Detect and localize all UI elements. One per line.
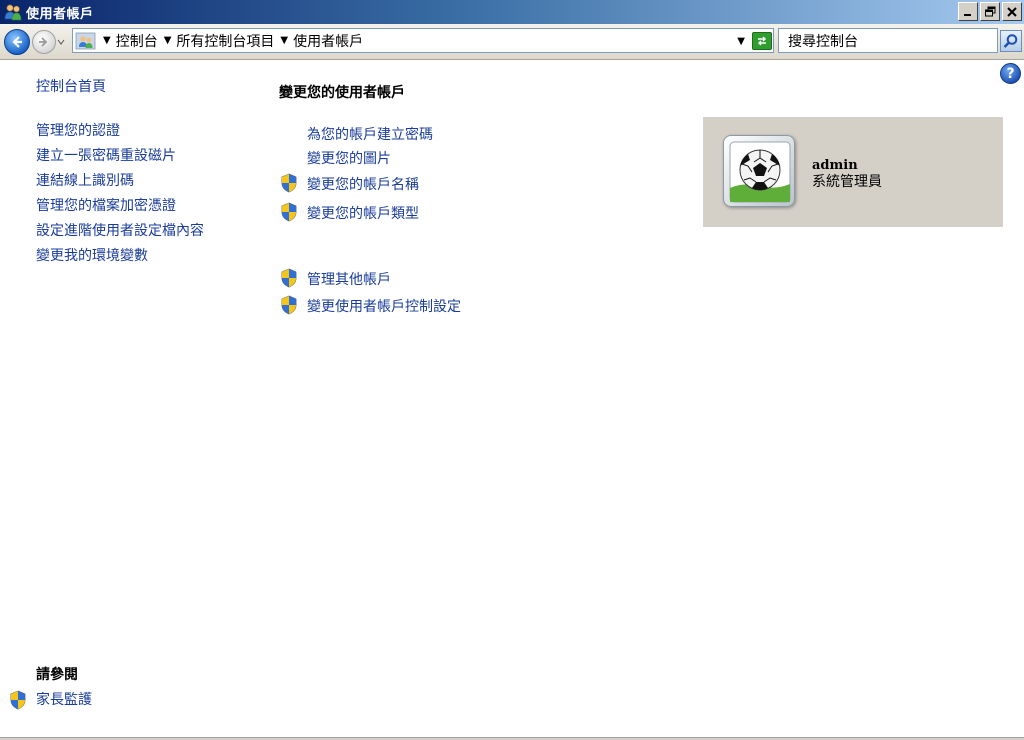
sidebar-item-environment-variables[interactable]: 變更我的環境變數 [36, 245, 148, 265]
address-bar[interactable]: ▼ 控制台 ▼ 所有控制台項目 ▼ 使用者帳戶 ▼ [72, 28, 774, 53]
forward-arrow-icon [39, 36, 48, 47]
user-role: 系統管理員 [812, 174, 882, 190]
sidebar-item-parental-controls[interactable]: 家長監護 [36, 689, 92, 709]
sidebar-item-manage-credentials[interactable]: 管理您的認證 [36, 120, 120, 140]
task-manage-other-accounts[interactable]: 管理其他帳戶 [307, 269, 391, 289]
task-change-picture[interactable]: 變更您的圖片 [307, 148, 391, 168]
window-title: 使用者帳戶 [26, 6, 94, 22]
title-bar: 使用者帳戶 [0, 0, 1024, 24]
restore-icon [984, 6, 995, 17]
recent-pages-button[interactable] [56, 30, 66, 54]
page-title: 變更您的使用者帳戶 [279, 85, 405, 101]
chevron-down-icon [57, 39, 65, 45]
breadcrumb-all-items[interactable]: 所有控制台項目 [176, 31, 274, 51]
close-button[interactable] [1002, 2, 1022, 21]
sidebar-item-advanced-profile[interactable]: 設定進階使用者設定檔內容 [36, 220, 204, 240]
shield-icon [281, 268, 297, 288]
forward-button[interactable] [32, 29, 56, 54]
navigation-bar: ▼ 控制台 ▼ 所有控制台項目 ▼ 使用者帳戶 ▼ 搜尋控制台 [0, 24, 1024, 60]
task-change-account-name[interactable]: 變更您的帳戶名稱 [307, 174, 419, 194]
refresh-icon [757, 36, 767, 46]
user-account-tile: admin 系統管理員 [703, 117, 1003, 227]
minimize-button[interactable] [958, 2, 978, 21]
shield-icon [281, 202, 297, 222]
shield-icon [281, 295, 297, 315]
help-icon: ? [1006, 65, 1015, 82]
sidebar-item-password-reset-disk[interactable]: 建立一張密碼重設磁片 [36, 145, 176, 165]
address-dropdown-icon[interactable]: ▼ [737, 36, 745, 47]
sidebar-item-link-online-id[interactable]: 連結線上識別碼 [36, 170, 134, 190]
shield-icon [10, 690, 26, 710]
minimize-icon [964, 13, 971, 16]
restore-button[interactable] [980, 2, 1000, 21]
back-button[interactable] [4, 28, 30, 55]
sidebar-item-encryption-certificates[interactable]: 管理您的檔案加密憑證 [36, 195, 176, 215]
sidebar-item-control-panel-home[interactable]: 控制台首頁 [36, 76, 106, 96]
refresh-button[interactable] [752, 32, 772, 50]
breadcrumb-arrow-icon[interactable]: ▼ [164, 35, 172, 46]
back-arrow-icon [12, 35, 22, 48]
users-icon [3, 2, 23, 22]
window-controls [958, 2, 1022, 21]
breadcrumb-arrow-icon[interactable]: ▼ [103, 35, 111, 46]
users-location-icon [75, 31, 97, 51]
see-also-heading: 請參閱 [36, 667, 78, 683]
search-icon [1003, 34, 1018, 48]
breadcrumb-control-panel[interactable]: 控制台 [116, 31, 158, 51]
search-button[interactable] [1000, 30, 1022, 52]
task-uac-settings[interactable]: 變更使用者帳戶控制設定 [307, 296, 461, 316]
breadcrumb-user-accounts[interactable]: 使用者帳戶 [293, 31, 363, 51]
breadcrumb-arrow-icon[interactable]: ▼ [280, 35, 288, 46]
close-icon [1007, 6, 1017, 17]
help-button[interactable]: ? [1000, 63, 1021, 84]
avatar [723, 135, 795, 207]
task-change-account-type[interactable]: 變更您的帳戶類型 [307, 203, 419, 223]
shield-icon [281, 173, 297, 193]
soccer-ball-icon [729, 141, 791, 203]
search-input[interactable]: 搜尋控制台 [778, 28, 998, 53]
task-create-password[interactable]: 為您的帳戶建立密碼 [307, 124, 433, 144]
